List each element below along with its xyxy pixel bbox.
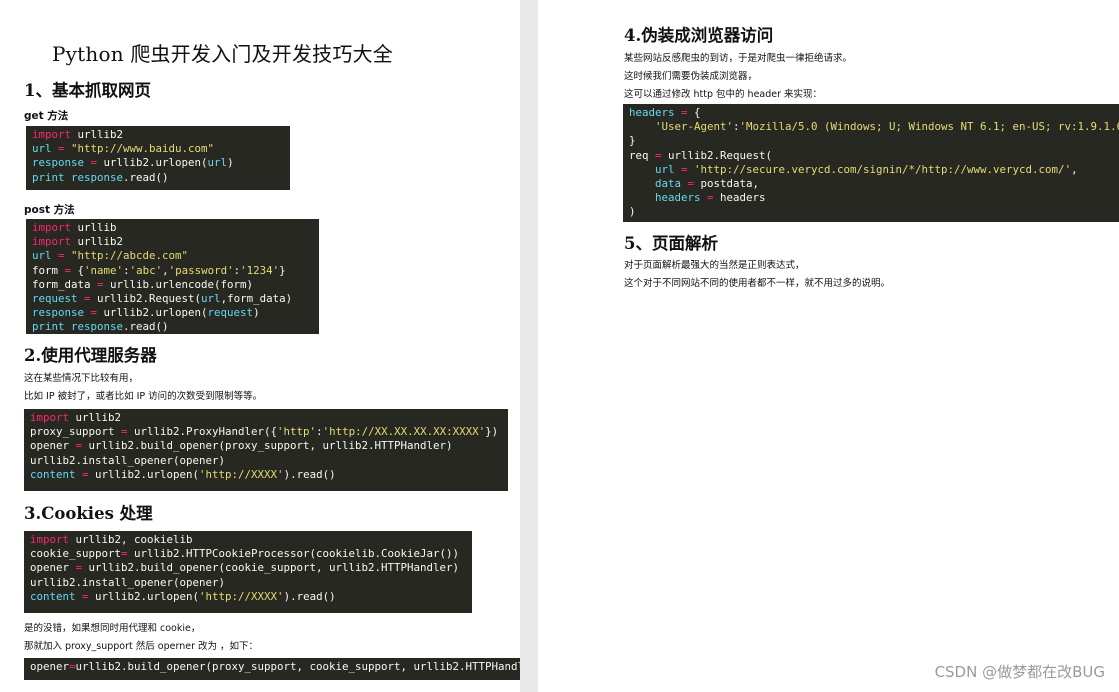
code-line: 'User-Agent':'Mozilla/5.0 (Windows; U; W… bbox=[655, 120, 1119, 134]
code-line: } bbox=[629, 134, 636, 148]
section-heading-2: 2.使用代理服务器 bbox=[24, 346, 157, 365]
code-line: form = {'name':'abc','password':'1234'} bbox=[32, 263, 286, 277]
code-line: response = urllib2.urlopen(request) bbox=[32, 306, 260, 320]
code-block-get: import urllib2 url = "http://www.baidu.co… bbox=[26, 126, 290, 190]
paragraph: 这在某些情况下比较有用， bbox=[24, 373, 139, 384]
document-page-right: 4.伪装成浏览器访问 某些网站反感爬虫的到访，于是对爬虫一律拒绝请求。 这时候我… bbox=[538, 0, 1119, 692]
code-line: cookie_support= urllib2.HTTPCookieProces… bbox=[30, 547, 460, 561]
code-line: print response.read() bbox=[32, 170, 169, 184]
code-line: form_data = urllib.urlencode(form) bbox=[32, 277, 254, 291]
code-line: content = urllib2.urlopen('http://XXXX')… bbox=[30, 467, 336, 481]
code-block-opener: opener=urllib2.build_opener(proxy_suppor… bbox=[24, 658, 520, 680]
paragraph: 这时候我们需要伪装成浏览器， bbox=[624, 71, 758, 82]
paragraph: 这可以通过修改 http 包中的 header 来实现： bbox=[624, 89, 823, 100]
code-line: headers = { bbox=[629, 106, 701, 119]
code-line: proxy_support = urllib2.ProxyHandler({'h… bbox=[30, 425, 499, 439]
paragraph: 某些网站反感爬虫的到访，于是对爬虫一律拒绝请求。 bbox=[624, 53, 853, 64]
csdn-watermark: CSDN @做梦都在改BUG bbox=[934, 663, 1105, 681]
paragraph: 对于页面解析最强大的当然是正则表达式， bbox=[624, 260, 805, 271]
paragraph: 比如 IP 被封了，或者比如 IP 访问的次数受到限制等等。 bbox=[24, 391, 263, 402]
code-line: url = "http://www.baidu.com" bbox=[32, 142, 215, 156]
code-line: import urllib2 bbox=[32, 128, 124, 141]
code-line: request = urllib2.Request(url,form_data) bbox=[32, 291, 293, 305]
code-line: import urllib bbox=[32, 221, 117, 234]
code-line: urllib2.install_opener(opener) bbox=[30, 575, 226, 589]
paragraph: 这个对于不同网站不同的使用者都不一样，就不用过多的说明。 bbox=[624, 278, 891, 289]
section-heading-5: 5、页面解析 bbox=[624, 234, 718, 253]
get-method-label: get 方法 bbox=[24, 110, 69, 122]
post-method-label: post 方法 bbox=[24, 204, 75, 216]
code-block-proxy: import urllib2 proxy_support = urllib2.Pr… bbox=[24, 409, 508, 491]
section-heading-4: 4.伪装成浏览器访问 bbox=[624, 26, 774, 45]
code-line: opener = urllib2.build_opener(proxy_supp… bbox=[30, 439, 453, 453]
document-page-left: Python 爬虫开发入门及开发技巧大全 1、基本抓取网页 get 方法 imp… bbox=[0, 0, 520, 692]
paragraph: 那就加入 proxy_support 然后 operner 改为 ，如下： bbox=[24, 641, 259, 652]
code-line: response = urllib2.urlopen(url) bbox=[32, 156, 234, 170]
code-line: urllib2.install_opener(opener) bbox=[30, 453, 226, 467]
code-block-headers: headers = { 'User-Agent':'Mozilla/5.0 (W… bbox=[623, 104, 1119, 222]
section-heading-1: 1、基本抓取网页 bbox=[24, 81, 151, 100]
code-line: url = 'http://secure.verycd.com/signin/*… bbox=[655, 162, 1078, 176]
code-line: import urllib2 bbox=[32, 235, 124, 249]
document-title: Python 爬虫开发入门及开发技巧大全 bbox=[52, 42, 393, 66]
code-block-post: import urllib import urllib2 url = "http:/… bbox=[26, 219, 319, 334]
code-line: content = urllib2.urlopen('http://XXXX')… bbox=[30, 589, 336, 603]
code-line: req = urllib2.Request( bbox=[629, 148, 773, 162]
code-line: ) bbox=[629, 205, 636, 219]
code-line: import urllib2, cookielib bbox=[30, 533, 193, 546]
code-line: data = postdata, bbox=[655, 176, 760, 190]
code-line: opener = urllib2.build_opener(cookie_sup… bbox=[30, 561, 460, 575]
code-line: opener=urllib2.build_opener(proxy_suppor… bbox=[30, 660, 520, 673]
code-block-cookies: import urllib2, cookielib cookie_support=… bbox=[24, 531, 472, 613]
code-line: import urllib2 bbox=[30, 411, 122, 424]
paragraph: 是的没错，如果想同时用代理和 cookie， bbox=[24, 623, 201, 634]
code-line: headers = headers bbox=[655, 191, 766, 205]
code-line: url = "http://abcde.com" bbox=[32, 249, 189, 263]
code-line: print response.read() bbox=[32, 320, 169, 334]
section-heading-3: 3.Cookies 处理 bbox=[24, 504, 153, 523]
